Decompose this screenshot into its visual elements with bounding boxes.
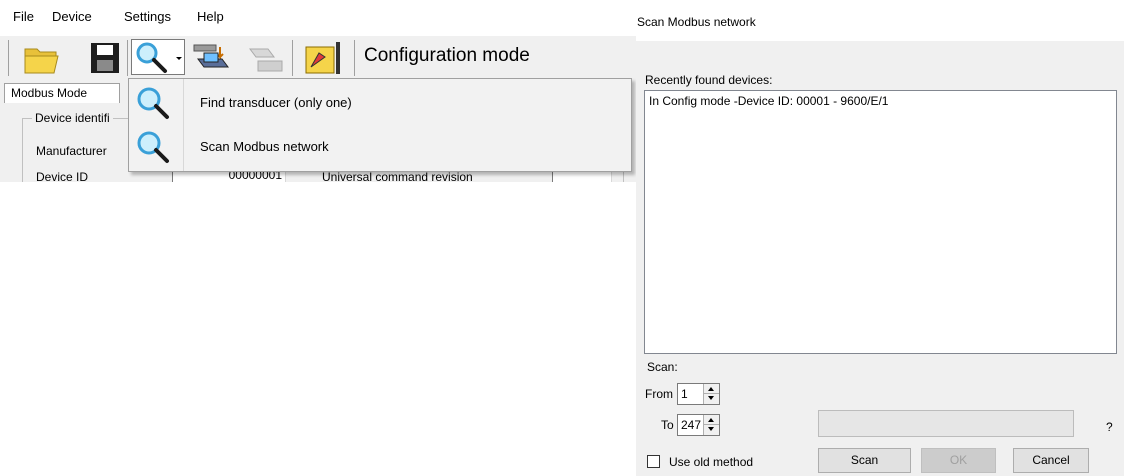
configuration-tool-icon[interactable] — [303, 39, 343, 77]
scan-progress-bar — [818, 410, 1074, 437]
use-old-method-label: Use old method — [669, 455, 754, 469]
from-increment-button[interactable] — [704, 384, 719, 394]
from-decrement-button[interactable] — [704, 394, 719, 404]
find-transducer-label: Find transducer (only one) — [200, 95, 352, 110]
magnifier-icon — [136, 42, 167, 73]
menu-file[interactable]: File — [13, 9, 34, 24]
list-item[interactable]: In Config mode -Device ID: 00001 - 9600/… — [649, 94, 888, 108]
scan-modbus-network-label: Scan Modbus network — [200, 139, 329, 154]
magnifier-icon — [137, 131, 169, 163]
search-dropdown-menu: Find transducer (only one) Scan Modbus n… — [128, 78, 632, 172]
device-id-label: Device ID — [36, 170, 89, 182]
from-value: 1 — [681, 387, 688, 401]
tab-modbus-mode[interactable]: Modbus Mode — [4, 83, 120, 103]
menu-device[interactable]: Device — [52, 9, 92, 24]
scan-button[interactable]: Scan — [818, 448, 911, 473]
cancel-button[interactable]: Cancel — [1013, 448, 1089, 473]
to-value: 247 — [681, 418, 702, 432]
scan-label: Scan: — [647, 360, 678, 374]
save-disk-icon[interactable] — [88, 39, 124, 77]
to-stepper[interactable]: 247 — [677, 414, 720, 436]
toolbar: Configuration mode — [0, 36, 636, 80]
use-old-method-checkbox[interactable] — [647, 455, 660, 468]
menu-settings[interactable]: Settings — [124, 9, 171, 24]
to-increment-button[interactable] — [704, 415, 719, 425]
devices-list[interactable]: In Config mode -Device ID: 00001 - 9600/… — [644, 90, 1117, 354]
menu-item-find-transducer[interactable]: Find transducer (only one) — [129, 81, 631, 125]
main-app-window: File Device Settings Help Configuration … — [0, 0, 636, 182]
arrow-down-icon — [708, 427, 714, 431]
arrow-up-icon — [708, 387, 714, 391]
menu-bar: File Device Settings Help — [0, 0, 636, 36]
menu-help[interactable]: Help — [197, 9, 224, 24]
tab-label: Modbus Mode — [11, 86, 88, 100]
dialog-title: Scan Modbus network — [637, 15, 756, 29]
download-to-device-icon[interactable] — [192, 39, 234, 77]
upload-from-device-icon[interactable] — [244, 39, 288, 77]
open-folder-icon[interactable] — [22, 39, 62, 77]
ok-button[interactable]: OK — [921, 448, 996, 473]
dialog-title-bar: Scan Modbus network — [636, 0, 1124, 41]
scan-modbus-network-dialog: Scan Modbus network Recently found devic… — [636, 0, 1124, 476]
menu-item-scan-modbus-network[interactable]: Scan Modbus network — [129, 125, 631, 169]
from-label: From — [645, 387, 673, 401]
to-decrement-button[interactable] — [704, 425, 719, 435]
arrow-down-icon — [708, 396, 714, 400]
help-question-mark[interactable]: ? — [1106, 420, 1113, 434]
to-label: To — [661, 418, 674, 432]
arrow-up-icon — [708, 418, 714, 422]
magnifier-icon — [137, 87, 169, 119]
chevron-down-icon — [176, 57, 182, 60]
manufacturer-label: Manufacturer — [36, 144, 107, 158]
from-stepper[interactable]: 1 — [677, 383, 720, 405]
search-dropdown-button[interactable] — [131, 39, 185, 75]
mode-label: Configuration mode — [364, 45, 530, 66]
recently-found-devices-label: Recently found devices: — [645, 73, 773, 87]
group-title: Device identifi — [32, 111, 113, 125]
